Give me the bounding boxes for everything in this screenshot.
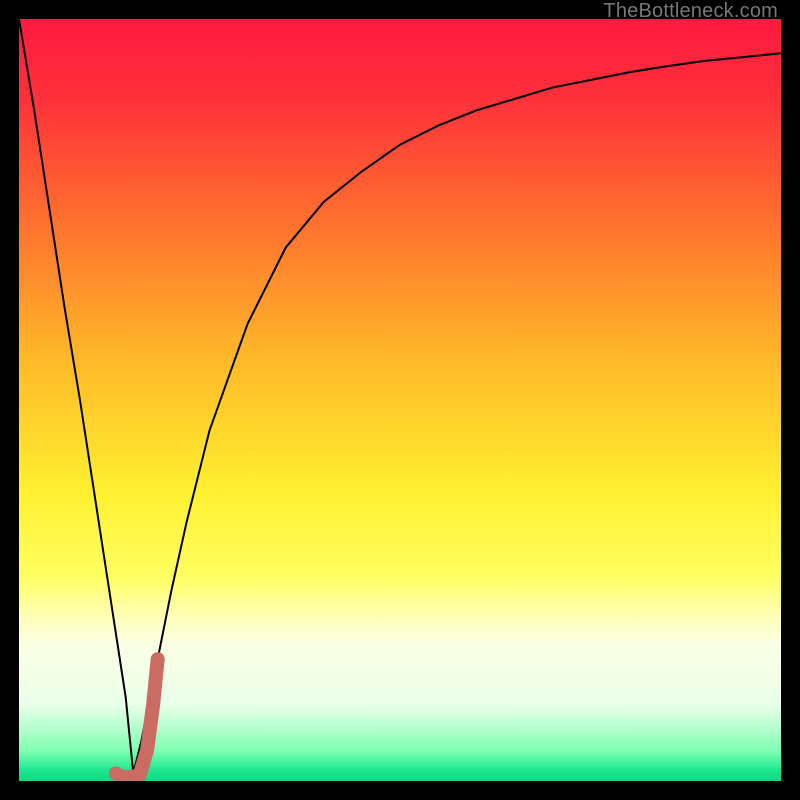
chart-frame: TheBottleneck.com (0, 0, 800, 800)
curves-layer (19, 19, 781, 781)
plot-area (19, 19, 781, 781)
curve-line (19, 19, 781, 773)
watermark-text: TheBottleneck.com (603, 0, 778, 23)
